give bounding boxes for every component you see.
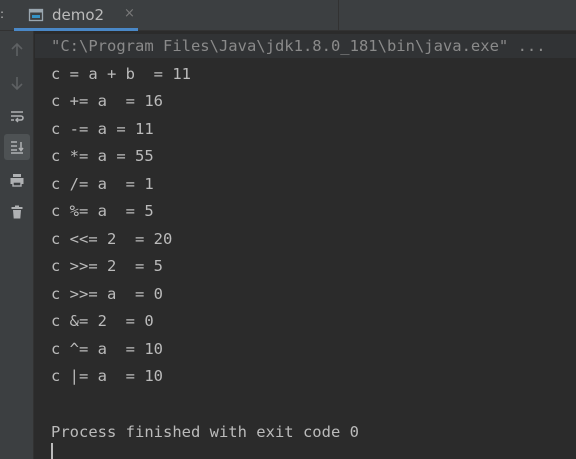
run-console-window: : demo2 × "C:\Program Files\Java\jdk1.8.… <box>0 0 576 459</box>
output-line: c %= a = 5 <box>51 202 154 220</box>
up-arrow-icon[interactable] <box>4 37 30 63</box>
text-caret <box>51 443 53 459</box>
tab-demo2[interactable]: demo2 × <box>14 0 138 31</box>
output-line: c += a = 16 <box>51 92 163 110</box>
tab-label: demo2 <box>52 6 105 24</box>
output-line: c &= 2 = 0 <box>51 312 154 330</box>
console-toolbar <box>0 31 34 459</box>
output-line: c = a + b = 11 <box>51 65 191 83</box>
tab-bar-edge-mark: : <box>0 7 5 21</box>
command-line: "C:\Program Files\Java\jdk1.8.0_181\bin\… <box>51 37 546 55</box>
trash-icon[interactable] <box>4 199 30 225</box>
close-icon[interactable]: × <box>124 7 136 21</box>
console-tab-icon <box>28 7 44 23</box>
tab-bar-divider <box>338 0 339 30</box>
output-line: c >>= a = 0 <box>51 285 163 303</box>
output-line: c /= a = 1 <box>51 175 154 193</box>
scroll-to-end-icon[interactable] <box>4 134 30 160</box>
output-line: c ^= a = 10 <box>51 340 163 358</box>
output-line: c *= a = 55 <box>51 147 154 165</box>
output-line: c >>= 2 = 5 <box>51 257 163 275</box>
output-line: c -= a = 11 <box>51 120 154 138</box>
down-arrow-icon[interactable] <box>4 70 30 96</box>
output-line: c |= a = 10 <box>51 367 163 385</box>
exit-message: Process finished with exit code 0 <box>51 423 359 441</box>
console-output[interactable]: "C:\Program Files\Java\jdk1.8.0_181\bin\… <box>35 31 576 459</box>
soft-wrap-icon[interactable] <box>4 103 30 129</box>
output-line: c <<= 2 = 20 <box>51 230 173 248</box>
tab-bar: : demo2 × <box>0 0 576 31</box>
print-icon[interactable] <box>4 167 30 193</box>
